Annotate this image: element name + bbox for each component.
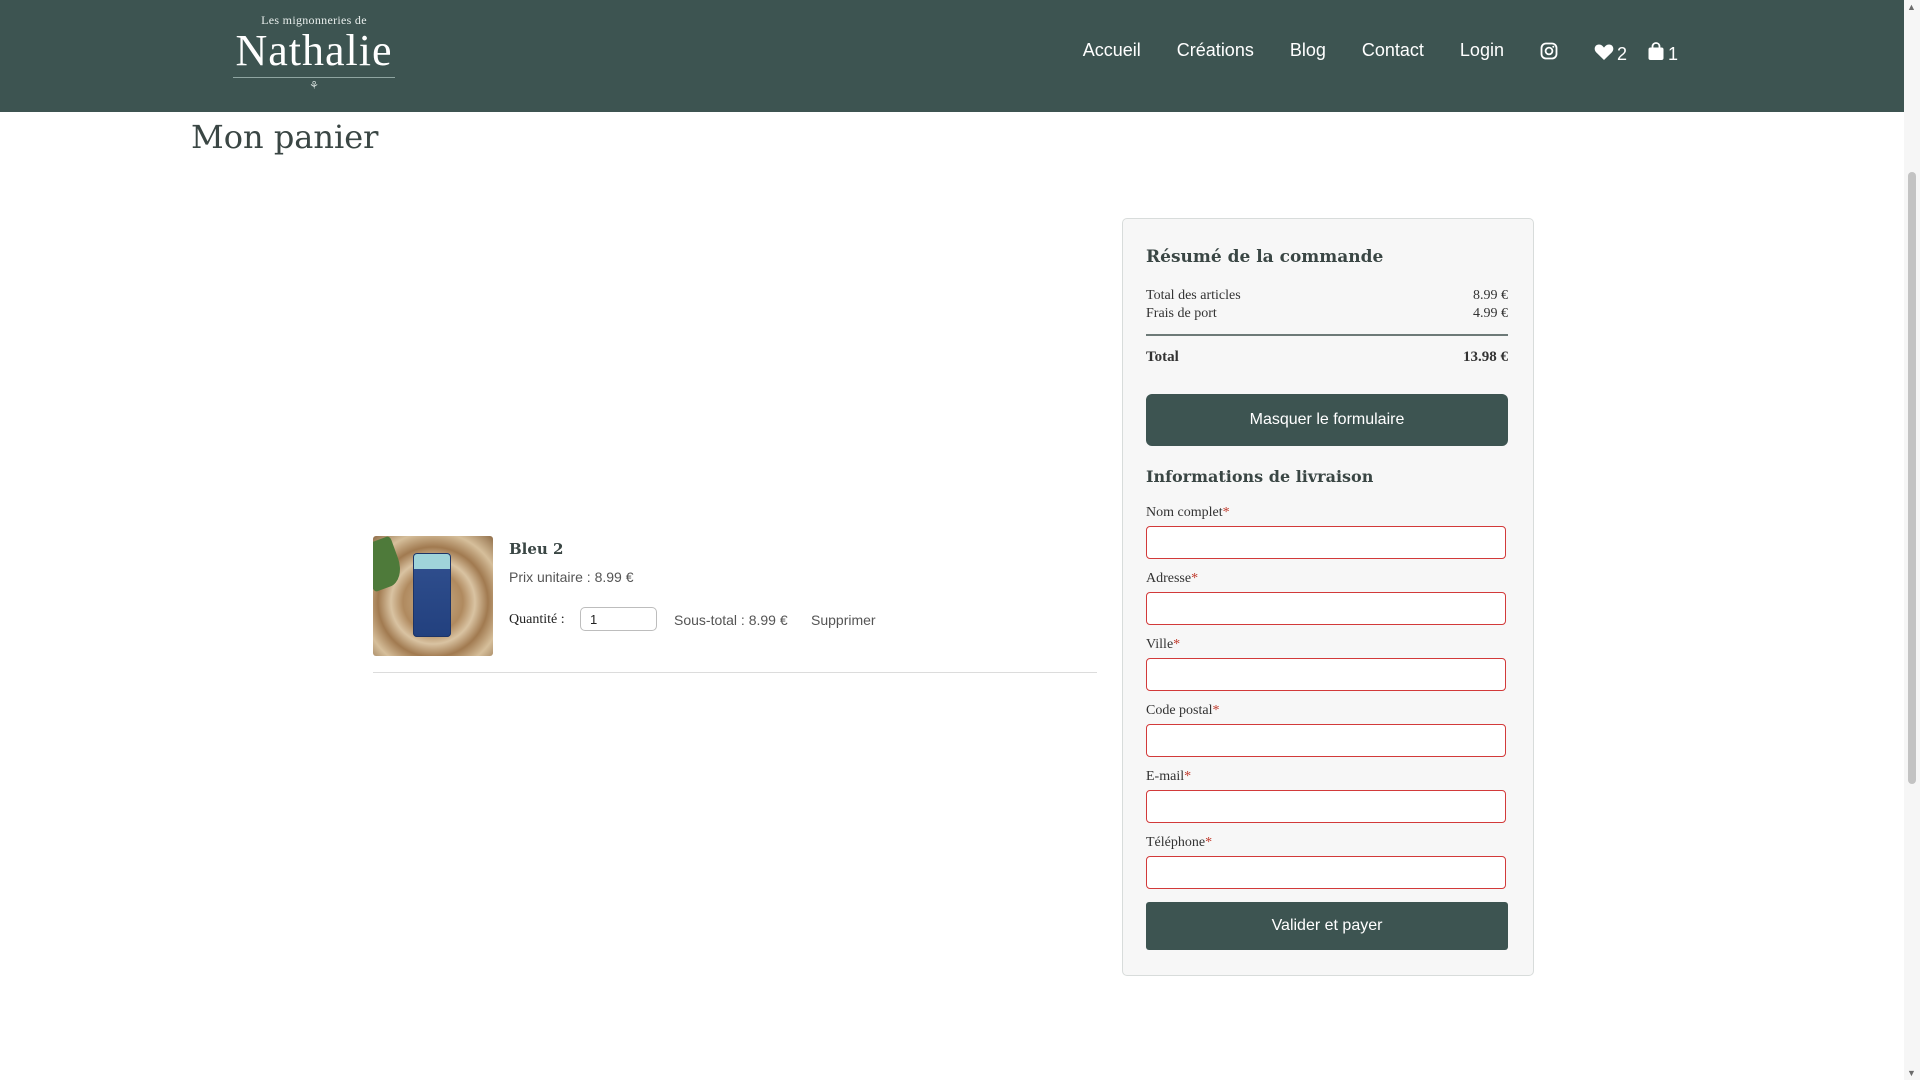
page-scrollbar[interactable]: ▲ ▼ [1904, 0, 1920, 1080]
email-label: E-mail* [1146, 769, 1191, 785]
scroll-down-arrow-icon[interactable]: ▼ [1907, 1068, 1916, 1078]
items-total-label: Total des articles [1146, 288, 1241, 303]
order-summary-panel: Résumé de la commande Total des articles… [1122, 218, 1534, 976]
nav-accueil[interactable]: Accueil [1083, 40, 1141, 61]
postal-code-field[interactable] [1146, 724, 1506, 757]
quantity-label: Quantité : [509, 612, 565, 627]
main-nav: Accueil Créations Blog Contact Login 2 1 [1047, 40, 1678, 64]
product-thumbnail[interactable] [373, 536, 493, 656]
total-row: Total 13.98 € [1146, 349, 1508, 366]
address-field[interactable] [1146, 592, 1506, 625]
required-mark: * [1222, 505, 1230, 520]
nav-contact[interactable]: Contact [1362, 40, 1424, 61]
order-summary-title: Résumé de la commande [1146, 247, 1384, 267]
phone-label-text: Téléphone [1146, 835, 1206, 850]
item-subtotal: Sous-total : 8.99 € [674, 612, 788, 628]
cart-count: 1 [1667, 44, 1678, 64]
email-field[interactable] [1146, 790, 1506, 823]
postal-code-label-text: Code postal [1146, 703, 1213, 718]
cart-link[interactable]: 1 [1647, 40, 1678, 64]
summary-divider [1146, 334, 1508, 336]
thumbnail-leaf [373, 536, 407, 593]
logo-name: Nathalie [235, 26, 393, 75]
postal-code-label: Code postal* [1146, 703, 1220, 719]
logo-divider [233, 77, 395, 78]
shipping-label: Frais de port [1146, 306, 1217, 321]
total-value: 13.98 € [1463, 349, 1508, 365]
phone-label: Téléphone* [1146, 835, 1212, 851]
nav-blog[interactable]: Blog [1290, 40, 1326, 61]
fullname-label-text: Nom complet [1146, 505, 1223, 520]
product-name[interactable]: Bleu 2 [509, 540, 564, 558]
thumbnail-pouch [413, 553, 451, 637]
city-field[interactable] [1146, 658, 1506, 691]
wishlist-count: 2 [1616, 44, 1627, 64]
items-total-row: Total des articles 8.99 € [1146, 288, 1508, 304]
site-logo[interactable]: Les mignonneries de Nathalie ⚘ [233, 10, 395, 92]
validate-and-pay-button[interactable]: Valider et payer [1146, 902, 1508, 950]
address-label-text: Adresse [1146, 571, 1192, 586]
email-label-text: E-mail [1146, 769, 1185, 784]
shopping-bag-icon [1648, 42, 1664, 60]
page-title: Mon panier [191, 118, 379, 156]
remove-item-button[interactable]: Supprimer [811, 612, 876, 628]
heart-icon [1594, 44, 1614, 60]
site-header: Les mignonneries de Nathalie ⚘ Accueil C… [0, 0, 1904, 112]
shipping-row: Frais de port 4.99 € [1146, 306, 1508, 322]
instagram-link[interactable] [1540, 42, 1558, 60]
instagram-icon [1540, 42, 1558, 59]
wishlist-link[interactable]: 2 [1594, 40, 1627, 64]
address-label: Adresse* [1146, 571, 1198, 587]
nav-login[interactable]: Login [1460, 40, 1504, 61]
quantity-input[interactable] [580, 607, 657, 631]
nav-creations[interactable]: Créations [1177, 40, 1254, 61]
required-mark: * [1212, 703, 1220, 718]
required-mark: * [1205, 835, 1213, 850]
scroll-up-arrow-icon[interactable]: ▲ [1907, 2, 1916, 12]
items-total-value: 8.99 € [1473, 288, 1508, 303]
unit-price: Prix unitaire : 8.99 € [509, 569, 634, 585]
shipping-info-title: Informations de livraison [1146, 467, 1374, 486]
required-mark: * [1173, 637, 1181, 652]
required-mark: * [1191, 571, 1199, 586]
fullname-field[interactable] [1146, 526, 1506, 559]
city-label-text: Ville [1146, 637, 1174, 652]
total-label: Total [1146, 349, 1179, 365]
phone-field[interactable] [1146, 856, 1506, 889]
toggle-form-button[interactable]: Masquer le formulaire [1146, 394, 1508, 446]
logo-ornament-icon: ⚘ [309, 80, 319, 92]
shipping-value: 4.99 € [1473, 306, 1508, 321]
scrollbar-thumb[interactable] [1908, 172, 1916, 784]
cart-item: Bleu 2 Prix unitaire : 8.99 € Quantité :… [373, 536, 1097, 673]
city-label: Ville* [1146, 637, 1180, 653]
fullname-label: Nom complet* [1146, 505, 1230, 521]
required-mark: * [1184, 769, 1192, 784]
